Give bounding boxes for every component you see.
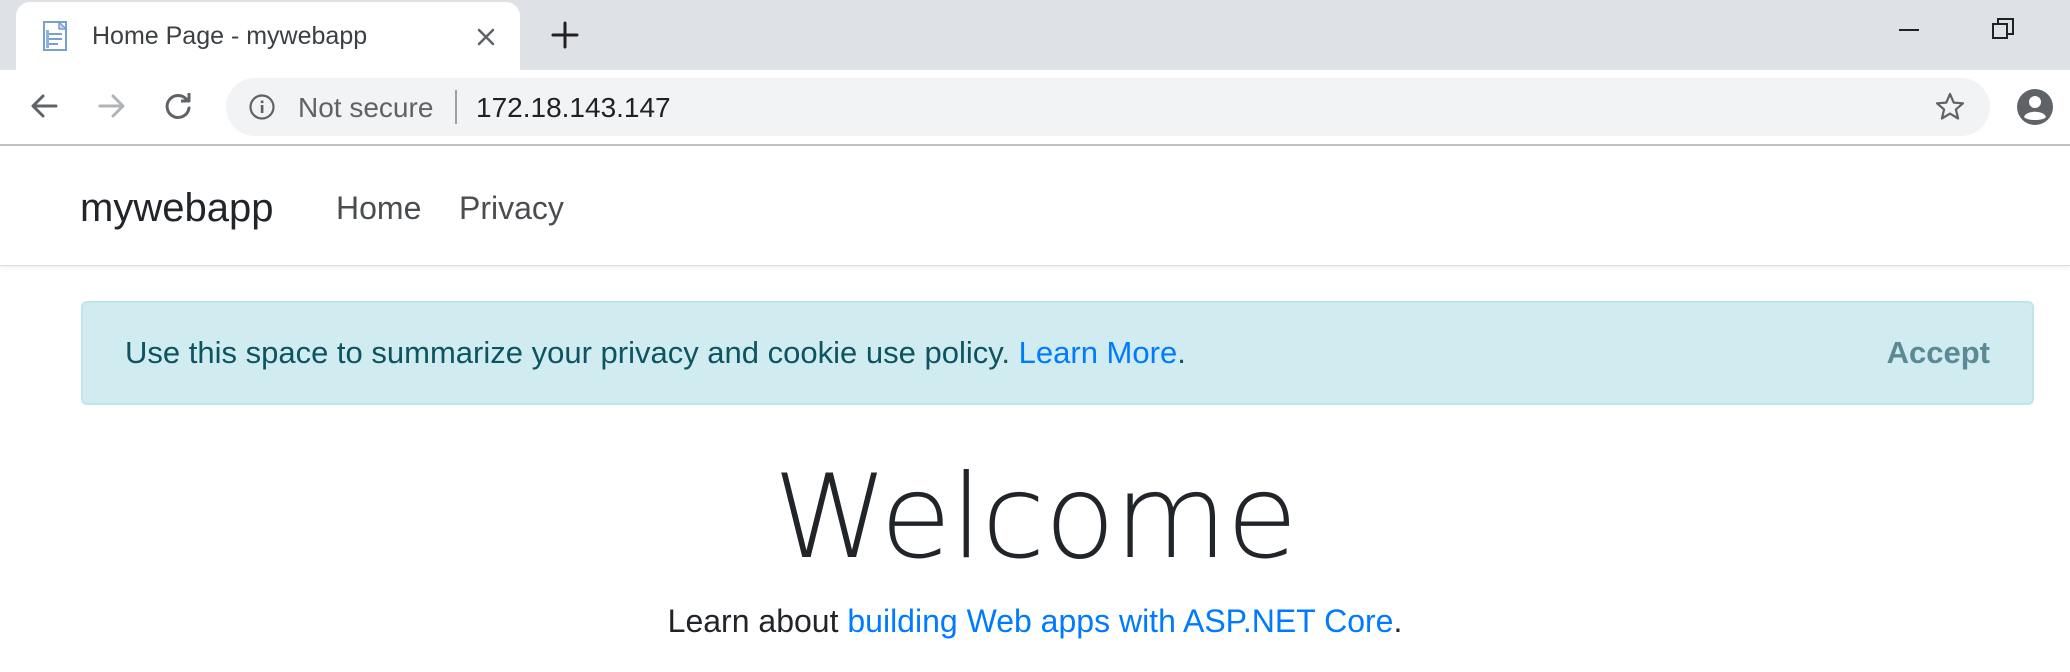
nav-link-privacy[interactable]: Privacy — [459, 190, 564, 227]
cookie-alert-period: . — [1177, 335, 1186, 370]
aspnet-docs-link[interactable]: building Web apps with ASP.NET Core — [847, 603, 1393, 639]
hero-text-prefix: Learn about — [667, 603, 848, 639]
restore-icon[interactable] — [1988, 14, 2018, 44]
reload-icon[interactable] — [160, 88, 196, 124]
profile-icon[interactable] — [2016, 88, 2054, 126]
cookie-alert-message: Use this space to summarize your privacy… — [125, 335, 1011, 370]
site-navbar: mywebapp Home Privacy — [0, 148, 2070, 266]
page-title: Welcome — [773, 450, 1298, 585]
address-bar[interactable]: Not secure 172.18.143.147 — [226, 78, 1990, 136]
hero-text: Learn about building Web apps with ASP.N… — [0, 603, 2070, 640]
minimize-icon[interactable] — [1894, 14, 1924, 44]
url-text[interactable]: 172.18.143.147 — [476, 92, 671, 124]
page-content: mywebapp Home Privacy Use this space to … — [0, 148, 2070, 672]
cookie-alert-text: Use this space to summarize your privacy… — [125, 335, 1186, 371]
browser-tab[interactable]: Home Page - mywebapp — [16, 2, 520, 70]
hero-text-suffix: . — [1393, 603, 1403, 639]
plus-icon[interactable] — [548, 18, 582, 52]
tab-title: Home Page - mywebapp — [92, 22, 368, 50]
accept-button[interactable]: Accept — [1887, 335, 1990, 371]
document-icon — [43, 20, 68, 51]
close-icon[interactable] — [471, 22, 501, 52]
browser-toolbar: Not secure 172.18.143.147 — [0, 70, 2070, 146]
learn-more-link[interactable]: Learn More — [1019, 335, 1178, 370]
divider — [455, 90, 457, 124]
info-icon[interactable] — [248, 93, 276, 121]
cookie-consent-alert: Use this space to summarize your privacy… — [81, 301, 2034, 405]
star-icon[interactable] — [1934, 91, 1966, 123]
forward-arrow-icon[interactable] — [94, 88, 130, 124]
security-label[interactable]: Not secure — [298, 92, 433, 124]
nav-link-home[interactable]: Home — [336, 190, 421, 227]
site-brand[interactable]: mywebapp — [80, 186, 273, 231]
tab-strip: Home Page - mywebapp — [0, 0, 2070, 70]
back-arrow-icon[interactable] — [26, 88, 62, 124]
